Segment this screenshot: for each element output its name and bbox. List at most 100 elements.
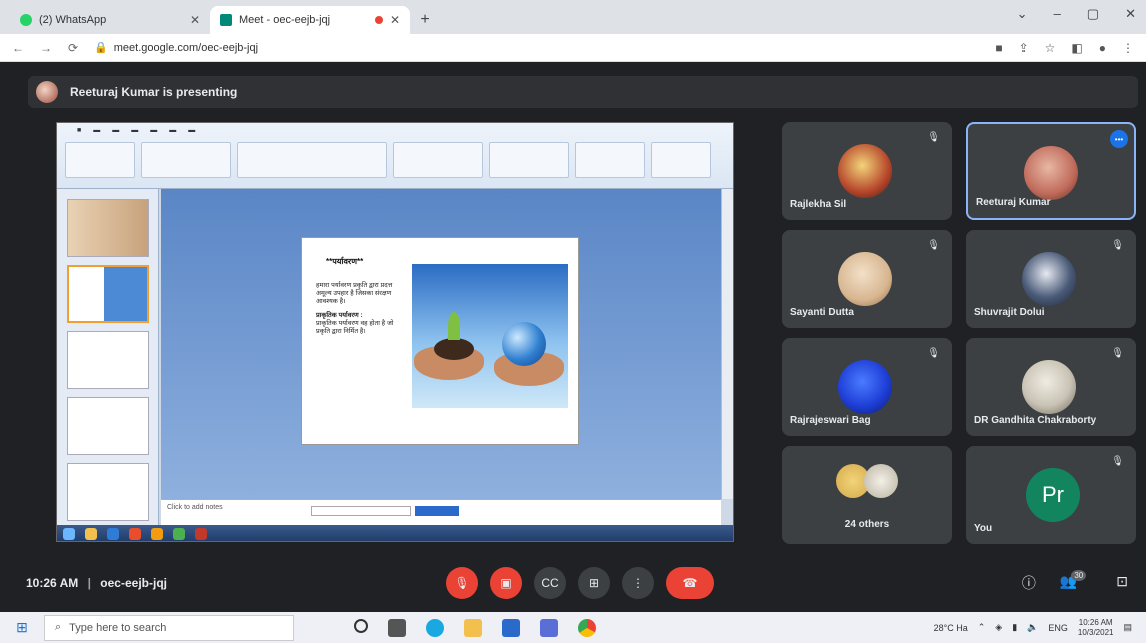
tab-meet[interactable]: Meet - oec-eejb-jqj ✕: [210, 6, 410, 34]
minimize-button[interactable]: –: [1054, 6, 1061, 22]
slide-thumbnail[interactable]: [67, 397, 149, 455]
slide-text: हमारा पर्यावरण प्रकृति द्वारा प्रदत्त अम…: [316, 282, 400, 336]
slide: **पर्यावरण** हमारा पर्यावरण प्रकृति द्वा…: [301, 237, 579, 445]
close-tab-icon[interactable]: ✕: [390, 13, 400, 27]
edge-icon[interactable]: [426, 618, 444, 637]
store-icon[interactable]: [502, 618, 520, 637]
others-avatar-2: [864, 464, 898, 498]
url-text: meet.google.com/oec-eejb-jqj: [113, 41, 259, 54]
network-icon[interactable]: ◈: [995, 622, 1002, 633]
participant-tile[interactable]: 🎙 Rajlekha Sil: [782, 122, 952, 220]
participant-name: Rajlekha Sil: [790, 199, 847, 210]
browser-tab-strip: (2) WhatsApp ✕ Meet - oec-eejb-jqj ✕ + ⌄…: [0, 0, 1146, 34]
slide-thumbnail[interactable]: [67, 463, 149, 521]
battery-icon[interactable]: ▮: [1012, 622, 1017, 633]
powerpoint-ribbon: ■ ▬ ▬ ▬ ▬ ▬ ▬: [57, 123, 733, 189]
meet-control-bar: 10:26 AM | oec-eejb-jqj 🎙 ▣ CC ⊞ ⋮ ☎ ⓘ 👥…: [10, 560, 1146, 606]
leave-call-button[interactable]: ☎: [666, 567, 714, 599]
participant-tile[interactable]: 🎙 Shuvrajit Dolui: [966, 230, 1136, 328]
info-icon[interactable]: ⓘ: [1022, 573, 1036, 593]
more-options-button[interactable]: ⋮: [622, 567, 654, 599]
slide-thumbnail-selected[interactable]: [67, 265, 149, 323]
slide-body-2: प्राकृतिक पर्यावरण वह होता है जो प्रकृति…: [316, 320, 394, 335]
close-tab-icon[interactable]: ✕: [190, 13, 200, 27]
self-tile[interactable]: Pr 🎙 You: [966, 446, 1136, 544]
url-field[interactable]: 🔒 meet.google.com/oec-eejb-jqj: [94, 41, 979, 55]
ribbon-groups: [57, 138, 733, 182]
participant-tile-speaking[interactable]: ••• Reeturaj Kumar: [966, 122, 1136, 220]
participant-avatar: [1024, 146, 1078, 200]
slide-thumbnail[interactable]: [67, 199, 149, 257]
chrome-icon[interactable]: [578, 618, 596, 637]
separator: |: [87, 576, 91, 590]
close-window-button[interactable]: ✕: [1125, 6, 1136, 22]
language-text[interactable]: ENG: [1048, 623, 1068, 633]
address-bar-icons: ■ ⇪ ☆ ◧ ● ⋮: [995, 41, 1134, 55]
whatsapp-icon: [20, 14, 32, 26]
cortana-icon[interactable]: [354, 618, 368, 633]
people-icon[interactable]: 👥30: [1060, 570, 1092, 593]
back-icon[interactable]: ←: [12, 41, 24, 55]
participant-avatar: [838, 252, 892, 306]
file-explorer-icon[interactable]: [464, 618, 482, 637]
windows-taskbar: ⊞ ⌕ Type here to search 28°C Ha ⌃ ◈ ▮ 🔈 …: [0, 612, 1146, 643]
captions-button[interactable]: CC: [534, 567, 566, 599]
taskbar-search[interactable]: ⌕ Type here to search: [44, 614, 294, 641]
profile-icon[interactable]: ●: [1099, 41, 1106, 55]
tab-search-icon[interactable]: ⌄: [1017, 6, 1028, 22]
others-count: 24 others: [844, 519, 890, 530]
share-icon[interactable]: ⇪: [1019, 41, 1029, 55]
camera-off-button[interactable]: ▣: [490, 567, 522, 599]
new-tab-button[interactable]: +: [410, 6, 440, 34]
meet-icon: [220, 14, 232, 26]
people-count-badge: 30: [1071, 570, 1087, 581]
participant-name: Reeturaj Kumar: [976, 197, 1051, 208]
reload-icon[interactable]: ⟳: [68, 41, 78, 55]
shared-screen: ■ ▬ ▬ ▬ ▬ ▬ ▬ **पर्यावरण** हमारा पर्यावर…: [56, 122, 734, 542]
star-icon[interactable]: ☆: [1045, 41, 1056, 55]
app-icon[interactable]: [540, 618, 558, 637]
lock-icon: 🔒: [94, 42, 108, 54]
notifications-icon[interactable]: ▤: [1123, 622, 1132, 633]
volume-icon[interactable]: 🔈: [1027, 622, 1038, 633]
task-view-icon[interactable]: [388, 618, 406, 637]
mic-off-button[interactable]: 🎙: [446, 567, 478, 599]
presenting-banner: Reeturaj Kumar is presenting: [28, 76, 1138, 108]
participant-tile[interactable]: 🎙 Sayanti Dutta: [782, 230, 952, 328]
windows-start-icon[interactable]: ⊞: [0, 619, 44, 636]
mic-off-icon: 🎙: [927, 240, 940, 251]
tray-chevron-icon[interactable]: ⌃: [978, 622, 986, 633]
search-icon: ⌕: [55, 621, 62, 633]
participant-name: You: [974, 523, 993, 534]
meet-window: Reeturaj Kumar is presenting ■ ▬ ▬ ▬ ▬ ▬ ▬: [10, 64, 1146, 612]
others-tile[interactable]: 24 others: [782, 446, 952, 544]
present-button[interactable]: ⊞: [578, 567, 610, 599]
extensions-icon[interactable]: ◧: [1071, 41, 1082, 55]
window-controls: ⌄ – ▢ ✕: [1017, 6, 1136, 22]
participant-name: DR Gandhita Chakraborty: [974, 415, 1097, 426]
participant-tile[interactable]: 🎙 DR Gandhita Chakraborty: [966, 338, 1136, 436]
forward-icon[interactable]: →: [40, 41, 52, 55]
activities-icon[interactable]: ⊡: [1116, 573, 1128, 593]
slide-scrollbar[interactable]: [721, 189, 733, 499]
participant-tile[interactable]: 🎙 Rajrajeswari Bag: [782, 338, 952, 436]
menu-icon[interactable]: ⋮: [1122, 41, 1134, 55]
weather-text[interactable]: 28°C Ha: [934, 623, 968, 633]
tab-whatsapp[interactable]: (2) WhatsApp ✕: [10, 6, 210, 34]
slide-canvas: **पर्यावरण** हमारा पर्यावरण प्रकृति द्वा…: [161, 189, 721, 499]
slide-body-1: हमारा पर्यावरण प्रकृति द्वारा प्रदत्त अम…: [316, 282, 393, 305]
tab-title: Meet - oec-eejb-jqj: [239, 14, 331, 26]
maximize-button[interactable]: ▢: [1087, 6, 1099, 22]
search-placeholder: Type here to search: [69, 621, 167, 634]
mic-off-icon: 🎙: [927, 132, 940, 143]
camera-icon[interactable]: ■: [995, 41, 1002, 55]
notes-pane[interactable]: Click to add notes: [161, 499, 721, 525]
mic-off-icon: 🎙: [1111, 456, 1124, 467]
taskbar-apps: [354, 618, 596, 637]
participant-avatar: [1022, 252, 1076, 306]
time-text: 10:26 AM: [26, 576, 79, 590]
presenter-taskbar: [57, 525, 733, 541]
taskbar-clock[interactable]: 10:26 AM 10/3/2021: [1078, 618, 1114, 638]
slide-thumbnail[interactable]: [67, 331, 149, 389]
presenter-avatar: [36, 81, 58, 103]
